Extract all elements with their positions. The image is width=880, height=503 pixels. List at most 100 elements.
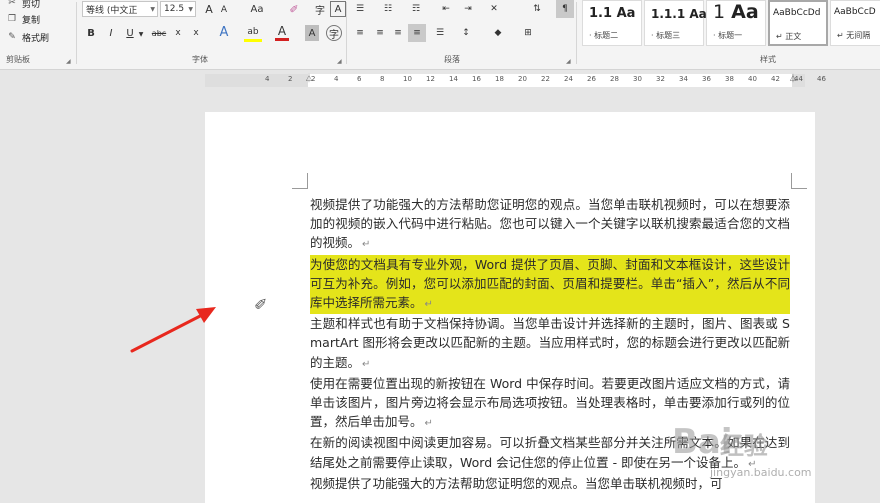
bullets-icon[interactable]: ☰: [352, 1, 368, 17]
ruler-number: 28: [610, 75, 619, 83]
ruler-number: 38: [725, 75, 734, 83]
multilevel-list-icon[interactable]: ☶: [408, 1, 424, 17]
font-size-value: 12.5: [164, 4, 185, 14]
distributed-icon[interactable]: ☰: [432, 25, 448, 41]
font-name-combo[interactable]: 等线 (中文正 ▼: [82, 1, 158, 17]
style-heading2[interactable]: 1.1 Aa · 标题二: [582, 0, 642, 46]
style-name: · 标题一: [713, 31, 743, 40]
italic-button[interactable]: I: [105, 25, 117, 41]
paragraph[interactable]: 主题和样式也有助于文档保持协调。当您单击设计并选择新的主题时，图片、图表或 Sm…: [310, 314, 790, 374]
style-heading1[interactable]: 1 Aa · 标题一: [706, 0, 766, 46]
paragraph-mark: ↵: [424, 418, 433, 430]
chevron-down-icon: ▼: [150, 5, 155, 13]
style-sample: 1 Aa: [713, 1, 759, 23]
cut-label: 剪切: [22, 0, 41, 10]
decrease-indent-icon[interactable]: ⇤: [438, 1, 454, 17]
ruler-number: 34: [679, 75, 688, 83]
chevron-down-icon: ▼: [138, 30, 144, 38]
line-spacing-icon[interactable]: ↕: [458, 25, 474, 41]
copy-label: 复制: [22, 15, 41, 26]
char-shading-button[interactable]: A: [305, 25, 319, 41]
right-indent-marker-icon[interactable]: ⏃: [789, 73, 797, 84]
ruler-number: 26: [587, 75, 596, 83]
highlight-button[interactable]: ab: [244, 24, 262, 42]
borders-icon[interactable]: ⊞: [520, 25, 536, 41]
ruler-number: 24: [564, 75, 573, 83]
chinese-layout-icon[interactable]: ✕: [486, 1, 502, 17]
enclose-char-button[interactable]: 字: [326, 25, 342, 41]
ruler-number: 4: [334, 75, 339, 83]
copy-icon: ❐: [7, 14, 17, 24]
clipboard-group-label: 剪贴板: [6, 55, 30, 64]
style-heading3[interactable]: 1.1.1 Aa · 标题三: [644, 0, 707, 46]
ruler-number: 22: [541, 75, 550, 83]
style-name: ↵ 正文: [776, 32, 802, 41]
shading-icon[interactable]: ◆: [490, 25, 506, 41]
increase-indent-icon[interactable]: ⇥: [460, 1, 476, 17]
style-sample: 1.1.1 Aa: [651, 7, 707, 21]
align-center-icon[interactable]: ≡: [372, 25, 388, 41]
ribbon: ✂ 剪切 ❐ 复制 ✎ 格式刷 剪贴板 ◢ 等线 (中文正 ▼ 12.5 ▼ A…: [0, 0, 880, 70]
highlighted-paragraph[interactable]: 为使您的文档具有专业外观，Word 提供了页眉、页脚、封面和文本框设计，这些设计…: [310, 254, 790, 315]
underline-button[interactable]: U: [124, 25, 136, 41]
separator: [346, 2, 347, 64]
text-effects-button[interactable]: A: [216, 23, 232, 41]
font-color-button[interactable]: A: [275, 23, 289, 41]
paragraph-mark: ↵: [362, 239, 371, 251]
cut-button[interactable]: ✂ 剪切: [6, 0, 40, 10]
grow-font-button[interactable]: A: [202, 1, 216, 17]
ruler-number: 36: [702, 75, 711, 83]
phonetic-button[interactable]: 字: [312, 1, 328, 17]
paragraph[interactable]: 视频提供了功能强大的方法帮助您证明您的观点。当您单击联机视频时，可以在想要添加的…: [310, 195, 790, 255]
show-marks-icon[interactable]: ¶: [556, 0, 574, 18]
ruler-number: 16: [472, 75, 481, 83]
style-no-spacing[interactable]: AaBbCcD ↵ 无间隔: [830, 0, 880, 46]
paragraph-mark: ↵: [362, 358, 371, 370]
horizontal-ruler[interactable]: 4 2 2 4 6 8 10 12 14 16 18 20 22 24 26 28 30 32 34 36 38 40 42…: [205, 73, 826, 87]
indent-marker-icon[interactable]: ⏃: [305, 73, 313, 84]
word-window: ✂ 剪切 ❐ 复制 ✎ 格式刷 剪贴板 ◢ 等线 (中文正 ▼ 12.5 ▼ A…: [0, 0, 880, 503]
ruler-number: 14: [449, 75, 458, 83]
font-launcher-icon[interactable]: ◢: [337, 58, 342, 65]
style-name: · 标题二: [589, 31, 619, 40]
format-painter-label: 格式刷: [22, 33, 50, 44]
clipboard-launcher-icon[interactable]: ◢: [66, 58, 71, 65]
ruler-number: 6: [357, 75, 362, 83]
border-char-button[interactable]: A: [330, 1, 346, 17]
strikethrough-button[interactable]: abc: [150, 25, 168, 41]
align-right-icon[interactable]: ≡: [390, 25, 406, 41]
style-sample: AaBbCcD: [834, 7, 876, 17]
shrink-font-button[interactable]: A: [218, 3, 230, 17]
paragraph-launcher-icon[interactable]: ◢: [566, 58, 571, 65]
format-painter-button[interactable]: ✎ 格式刷: [6, 30, 49, 44]
superscript-button[interactable]: x: [190, 25, 202, 41]
crop-mark: [292, 173, 308, 189]
justify-icon[interactable]: ≡: [408, 24, 426, 42]
click-and-type-cursor-icon: ✐: [254, 295, 268, 314]
style-sample: 1.1 Aa: [589, 6, 636, 21]
separator: [76, 2, 77, 64]
ruler-number: 10: [403, 75, 412, 83]
subscript-button[interactable]: x: [172, 25, 184, 41]
align-left-icon[interactable]: ≡: [352, 25, 368, 41]
ruler-number: 30: [633, 75, 642, 83]
font-size-combo[interactable]: 12.5 ▼: [160, 1, 196, 17]
ruler-number: 46: [817, 75, 826, 83]
bold-button[interactable]: B: [85, 25, 97, 41]
style-sample: AaBbCcDd: [773, 8, 821, 18]
ruler-number: 2: [288, 75, 293, 83]
paragraph-mark: ↵: [424, 299, 433, 311]
scissors-icon: ✂: [8, 0, 16, 8]
copy-button[interactable]: ❐ 复制: [6, 12, 40, 26]
style-normal[interactable]: AaBbCcDd ↵ 正文: [768, 0, 828, 46]
clear-format-icon[interactable]: ✐: [286, 1, 302, 17]
sort-icon[interactable]: ⇅: [530, 1, 544, 17]
ruler-number: 18: [495, 75, 504, 83]
numbering-icon[interactable]: ☷: [380, 1, 396, 17]
separator: [576, 2, 577, 64]
ruler-number: 8: [380, 75, 385, 83]
ruler-number: 32: [656, 75, 665, 83]
ruler-number: 42: [771, 75, 780, 83]
change-case-button[interactable]: Aa: [247, 1, 267, 17]
crop-mark: [791, 173, 807, 189]
